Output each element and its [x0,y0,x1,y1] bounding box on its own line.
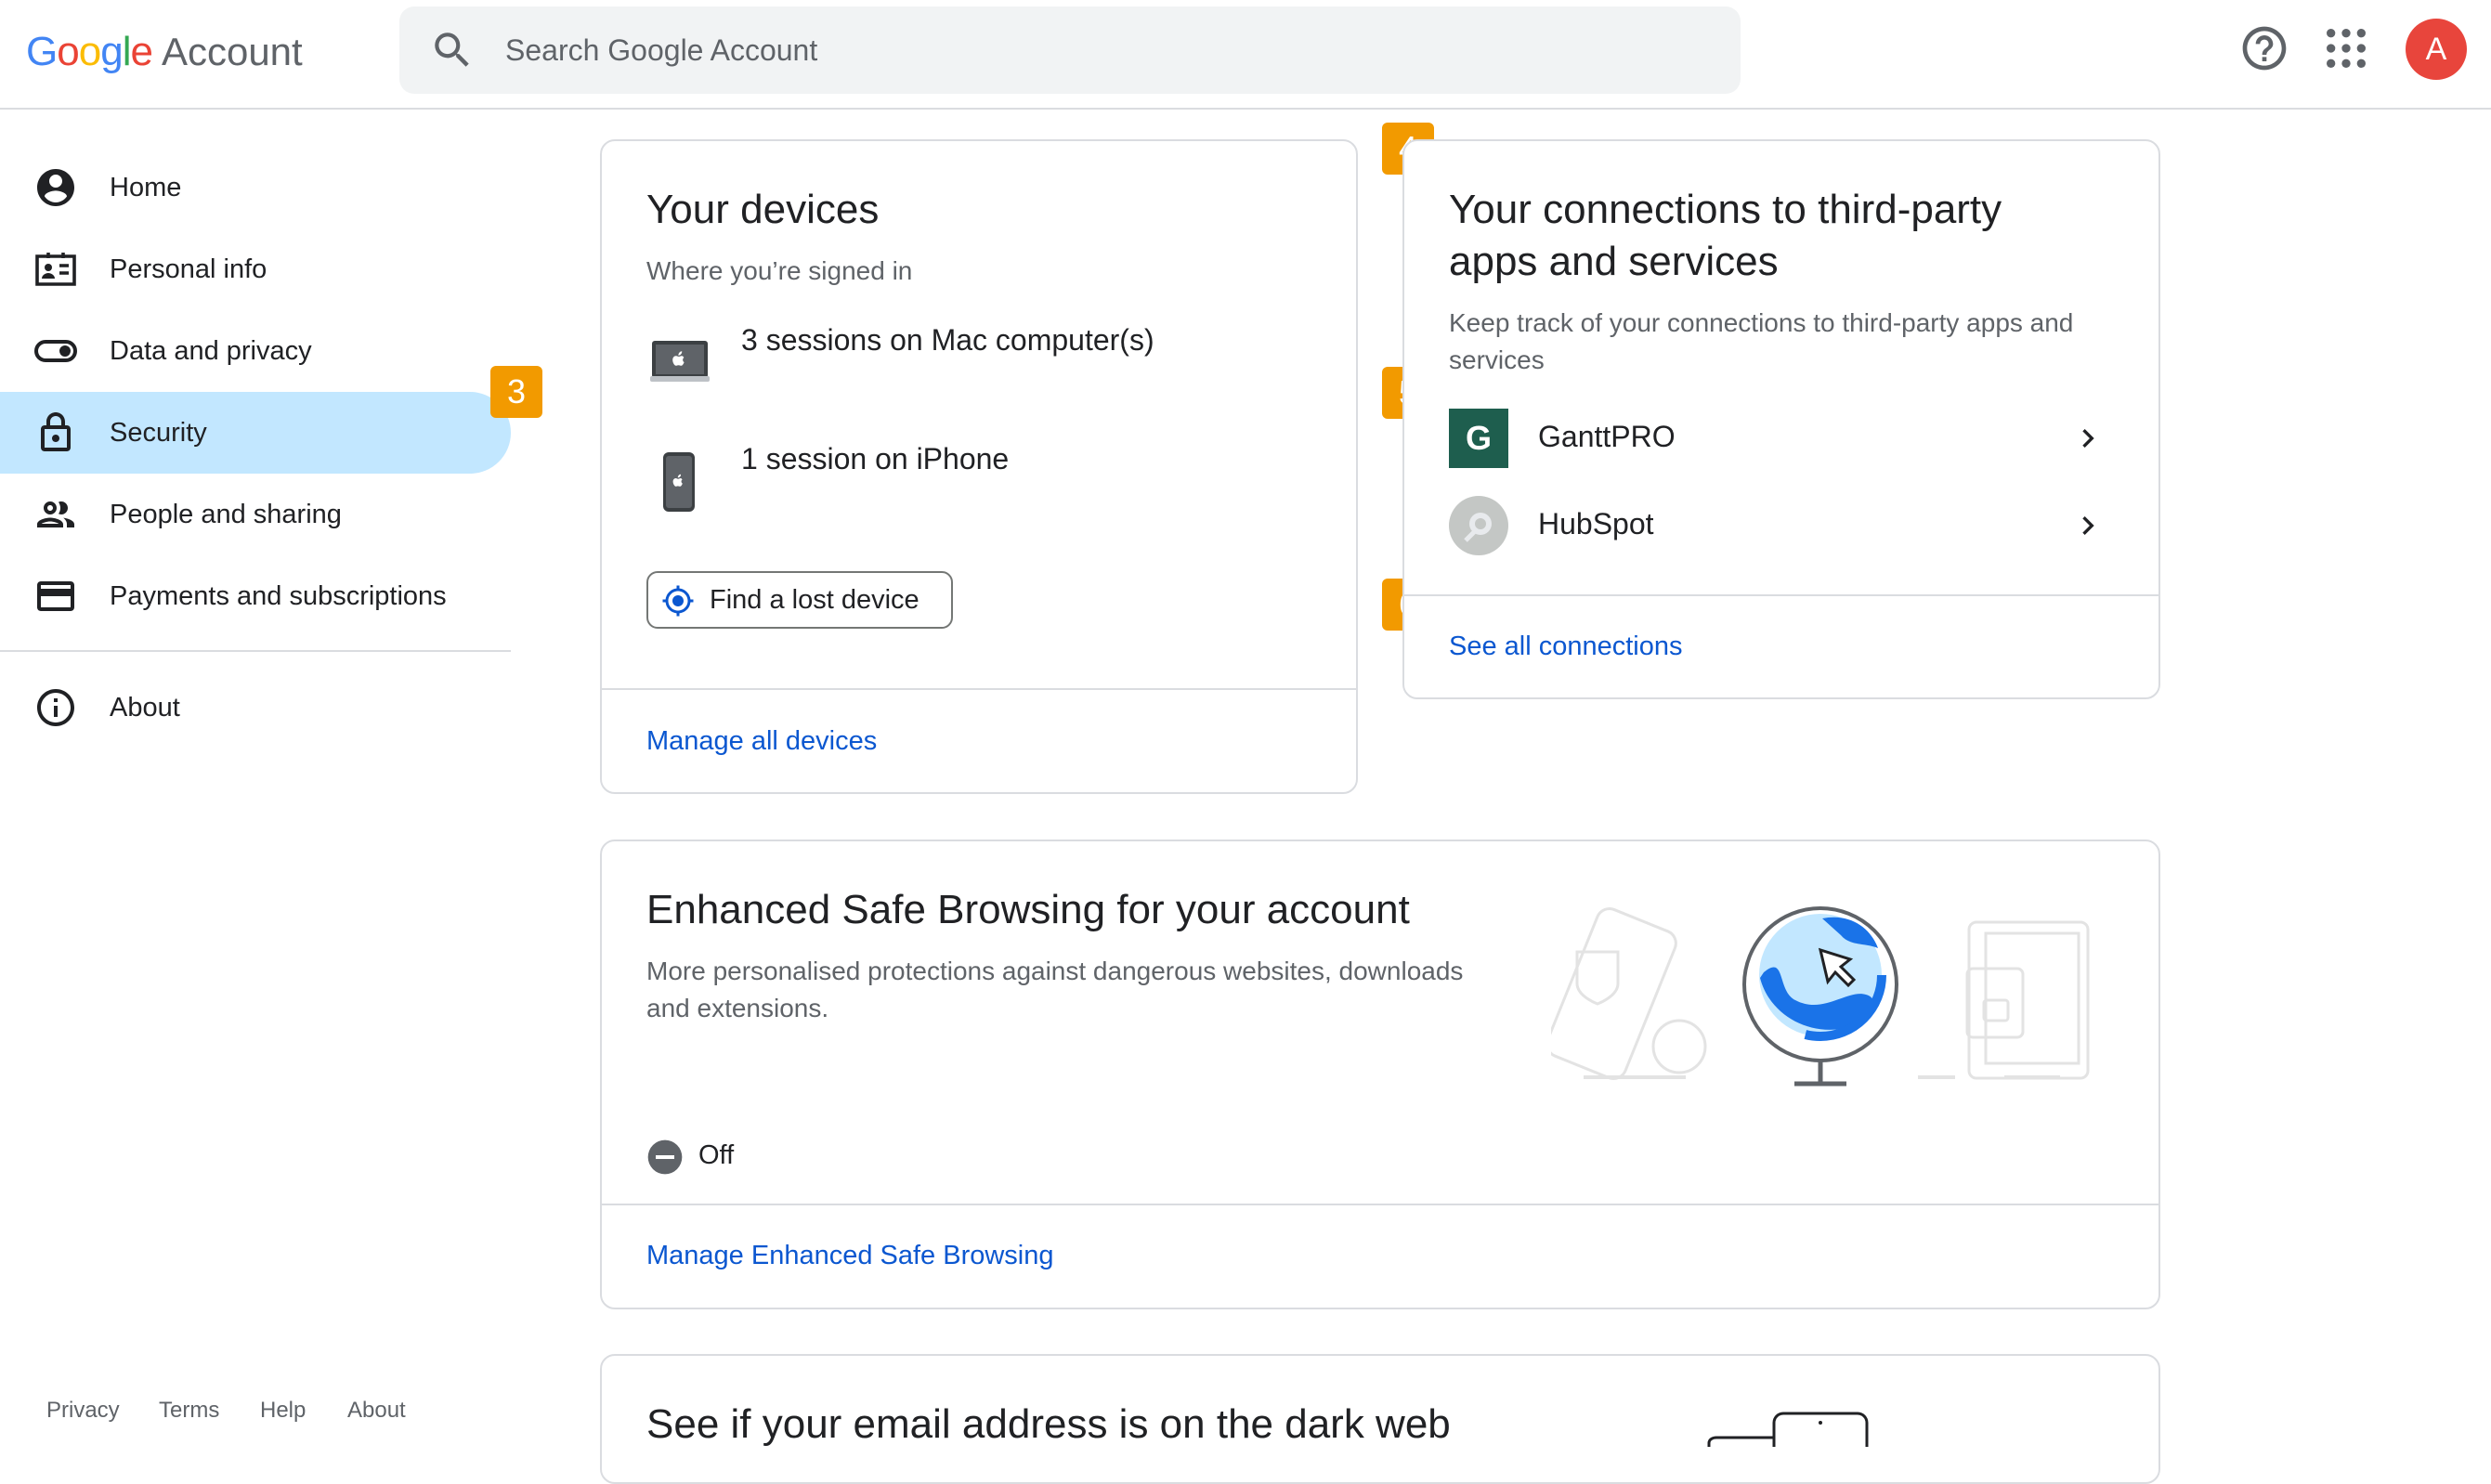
locate-icon [662,585,694,617]
top-app-bar: Google Account A [0,0,2491,110]
google-wordmark: Google [26,29,153,74]
info-icon [37,689,74,726]
chevron-right-icon [2082,516,2094,535]
mac-laptop-icon [650,341,710,382]
sidebar-item-label: Payments and subscriptions [110,580,447,611]
sidebar-item-label: People and sharing [110,499,342,529]
connections-card-subtitle-line2: services [1449,345,1545,374]
annotation-badge-3: 3 [490,366,542,418]
avatar[interactable]: A [2406,19,2467,80]
connections-card-title-line2: apps and services [1449,239,1779,284]
safe-browsing-divider [602,1204,2158,1205]
safe-browsing-subtitle-line1: More personalised protections against da… [646,957,1464,985]
devices-card-subtitle: Where you’re signed in [646,256,913,285]
hubspot-logo [1449,496,1508,555]
sidebar-item-label: About [110,692,180,722]
sidebar-item-payments-and-subscriptions[interactable]: Payments and subscriptions [0,555,511,637]
connection-row-ganttpro[interactable]: G GanttPRO [1404,405,2158,472]
see-all-connections-link[interactable]: See all connections [1449,631,1683,662]
status-off-row [646,1139,684,1176]
safe-browsing-subtitle-line2: and extensions. [646,994,829,1022]
sidebar-item-about[interactable]: About [0,667,511,749]
manage-all-devices-link[interactable]: Manage all devices [646,726,877,757]
sidebar-item-label: Personal info [110,254,267,284]
ganttpro-name: GanttPRO [1538,420,1676,453]
toggle-icon [34,340,77,362]
safe-browsing-illustration [1551,906,2090,1087]
find-lost-device-button[interactable]: Find a lost device [646,571,953,629]
footer-terms-link[interactable]: Terms [159,1398,219,1424]
dark-web-illustration [1707,1412,1869,1447]
devices-card-title: Your devices [646,187,880,232]
help-icon[interactable] [2238,22,2290,74]
credit-card-icon [37,581,74,611]
mac-sessions-text: 3 sessions on Mac computer(s) [741,323,1154,357]
connection-row-hubspot[interactable]: HubSpot [1404,492,2158,559]
footer-help-link[interactable]: Help [260,1398,306,1424]
iphone-session-text: 1 session on iPhone [741,442,1010,475]
safe-browsing-title: Enhanced Safe Browsing for your account [646,887,1410,932]
sidebar-item-personal-info[interactable]: Personal info [0,228,511,310]
remove-circle-icon [647,1139,683,1175]
account-circle-icon [37,169,74,206]
dark-web-card-title: See if your email address is on the dark… [646,1401,1451,1447]
safe-browsing-status: Off [698,1140,735,1170]
search-bar[interactable] [399,7,1741,94]
connections-card-divider [1404,594,2158,596]
lock-icon [41,412,71,451]
manage-enhanced-safe-browsing-link[interactable]: Manage Enhanced Safe Browsing [646,1241,1054,1271]
chevron-right-icon [2082,429,2094,448]
people-icon [37,501,74,527]
ganttpro-logo: G [1449,409,1508,468]
search-input[interactable] [505,23,1713,77]
devices-card-divider [602,688,1356,690]
sidebar-item-security[interactable]: Security [0,392,511,474]
apps-grid-icon[interactable] [2320,22,2372,74]
sidebar-item-people-and-sharing[interactable]: People and sharing [0,474,511,555]
search-icon[interactable] [429,27,476,73]
find-lost-device-label: Find a lost device [710,584,919,615]
sidebar-item-home[interactable]: Home [0,147,511,228]
sidebar-item-label: Data and privacy [110,335,312,366]
footer-privacy-link[interactable]: Privacy [46,1398,120,1424]
iphone-icon [663,452,695,512]
sidebar-item-label: Home [110,172,182,202]
footer-about-link[interactable]: About [347,1398,406,1424]
account-label: Account [161,30,303,73]
connections-card-title-line1: Your connections to third-party [1449,187,2002,232]
connections-card-subtitle-line1: Keep track of your connections to third-… [1449,308,2074,337]
sidebar-item-data-and-privacy[interactable]: Data and privacy [0,310,511,392]
google-account-logo[interactable]: Google Account [26,24,303,80]
sidebar-divider [0,650,511,652]
id-card-icon [35,253,76,286]
sidebar-item-label: Security [110,417,207,448]
hubspot-name: HubSpot [1538,507,1654,540]
